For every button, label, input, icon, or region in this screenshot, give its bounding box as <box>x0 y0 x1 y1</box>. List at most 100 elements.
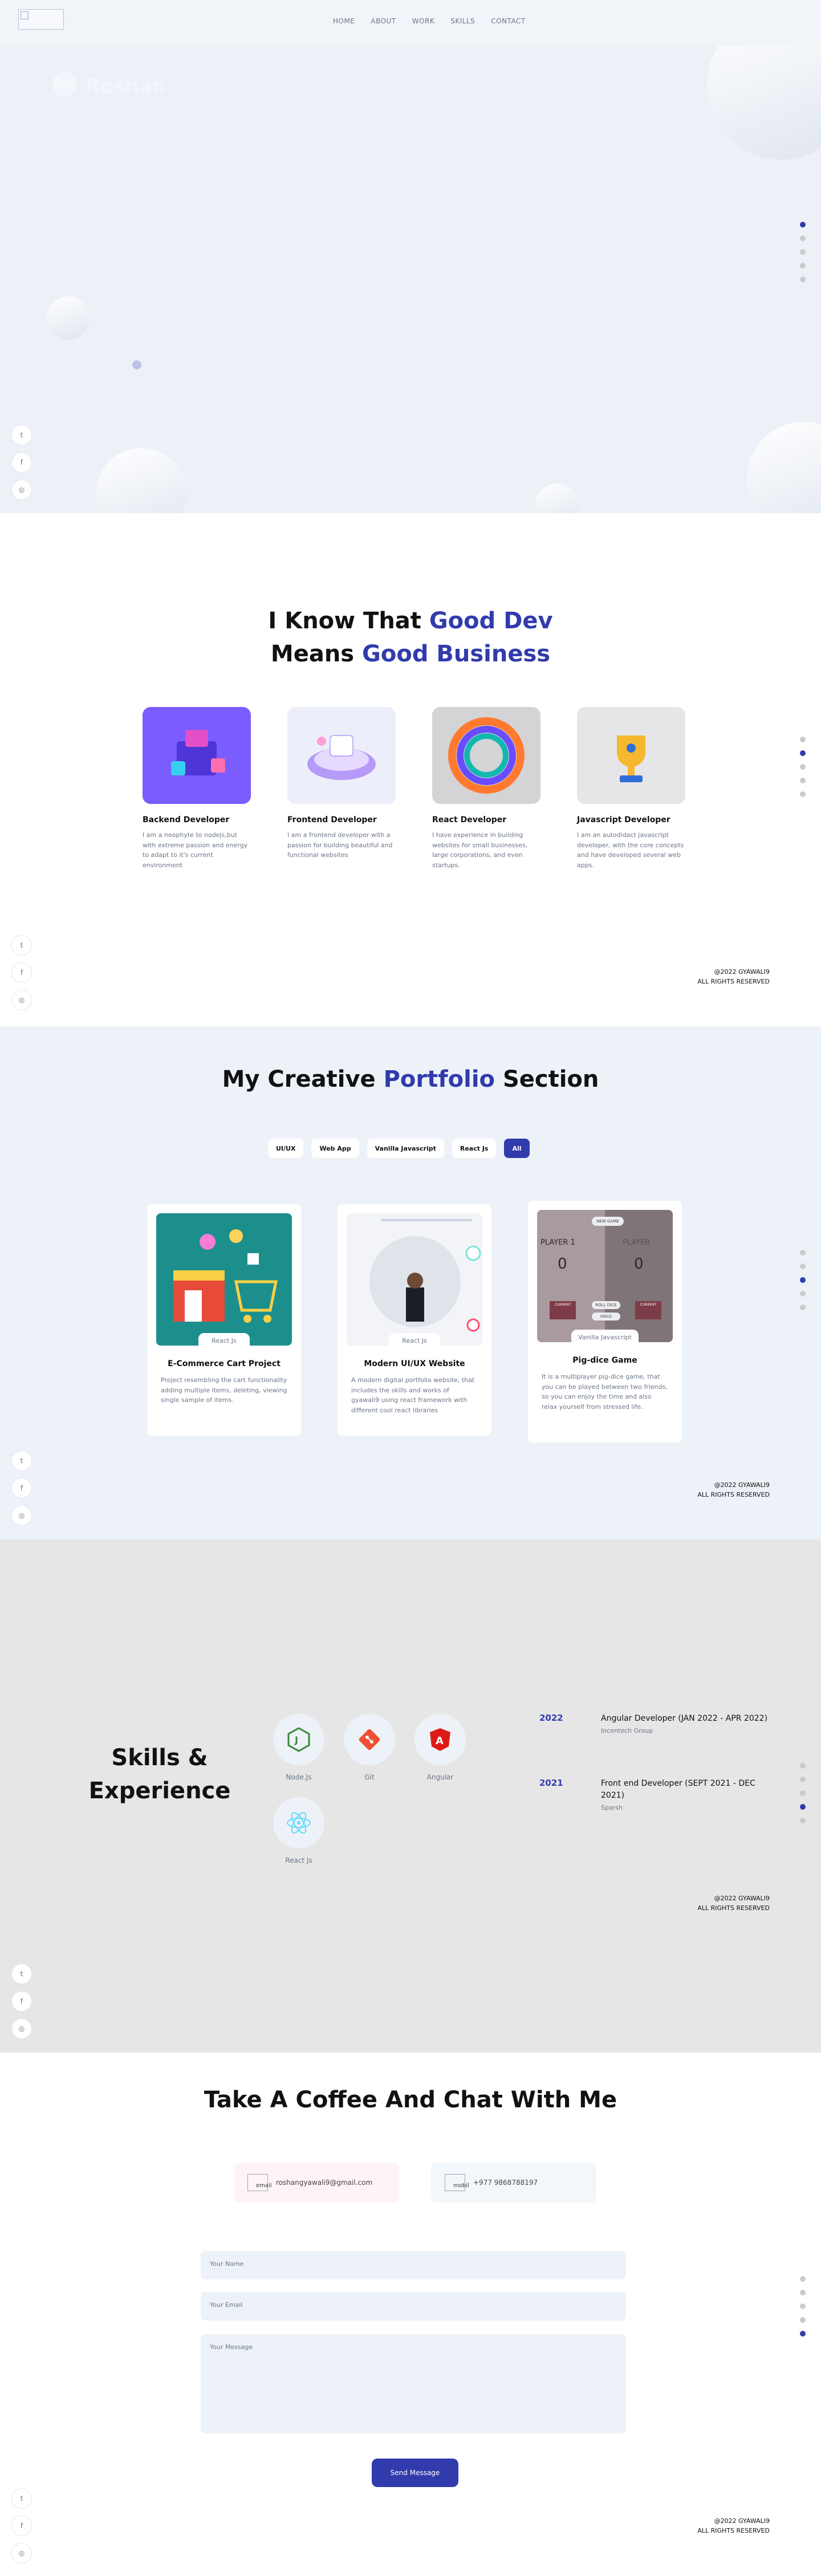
broken-image-icon <box>21 11 29 19</box>
nav-home[interactable]: HOME <box>333 17 355 25</box>
phone-card[interactable]: mobil +977 9868788197 <box>431 2163 596 2203</box>
work-tag: Vanilla Javascript <box>571 1330 639 1342</box>
facebook-icon[interactable]: f <box>11 962 32 983</box>
filter-uiux[interactable]: UI/UX <box>268 1139 304 1158</box>
work-desc: A modern digital portfolio website, that… <box>351 1376 475 1414</box>
name-input[interactable]: Your Name <box>201 2251 626 2280</box>
about-card-title: Backend Developer <box>143 815 230 824</box>
dot-contact[interactable] <box>800 2331 806 2337</box>
nav-work[interactable]: WORK <box>412 17 435 25</box>
skill-circle <box>273 1797 324 1848</box>
twitter-icon[interactable]: t <box>11 1450 32 1471</box>
nav-contact[interactable]: CONTACT <box>491 17 525 25</box>
dot-work[interactable] <box>800 1277 806 1283</box>
message-textarea[interactable]: Your Message <box>201 2334 626 2433</box>
copyright: @2022 GYAWALI9 ALL RIGHTS RESERVED <box>697 968 770 985</box>
work-card[interactable]: PLAYER 1 PLAYER 0 0 NEW GAME ROLL DICE H… <box>528 1201 682 1443</box>
filter-vanilla-js[interactable]: Vanilla Javascript <box>367 1139 444 1158</box>
dot-about[interactable] <box>800 1263 806 1269</box>
logo[interactable] <box>18 9 64 30</box>
twitter-icon[interactable]: t <box>11 1964 32 1984</box>
dot-skills[interactable] <box>800 1291 806 1297</box>
dot-contact[interactable] <box>800 277 806 282</box>
dot-skills[interactable] <box>800 1804 806 1810</box>
ecommerce-thumbnail[interactable]: React Js <box>156 1213 292 1346</box>
decor-circle <box>535 483 578 513</box>
instagram-icon[interactable]: ◎ <box>11 1505 32 1526</box>
copyright: @2022 GYAWALI9 ALL RIGHTS RESERVED <box>697 1481 770 1498</box>
experience-details: Front end Developer (SEPT 2021 - DEC 202… <box>601 1778 772 1811</box>
about-card: React Developer I have experience in bui… <box>432 707 540 870</box>
instagram-icon[interactable]: ◎ <box>11 990 32 1010</box>
email-input[interactable]: Your Email <box>201 2292 626 2321</box>
work-title: Modern UI/UX Website <box>364 1359 465 1368</box>
angular-icon: A <box>430 1728 450 1751</box>
instagram-icon[interactable]: ◎ <box>11 2018 32 2039</box>
nav-skills[interactable]: SKILLS <box>450 17 475 25</box>
dot-home[interactable] <box>800 222 806 227</box>
dot-home[interactable] <box>800 737 806 742</box>
dot-contact[interactable] <box>800 1818 806 1823</box>
work-desc: It is a multiplayer pig-dice game, that … <box>542 1373 668 1411</box>
backend-illustration <box>143 707 251 804</box>
about-card: Javascript Developer I am an autodidact … <box>577 707 685 870</box>
twitter-icon[interactable]: t <box>11 935 32 956</box>
about-card-desc: I am a frontend developer with a passion… <box>287 831 393 859</box>
section-dots <box>800 222 806 282</box>
svg-text:J: J <box>294 1734 298 1745</box>
social-links: t f ◎ <box>11 1964 32 2039</box>
instagram-icon[interactable]: ◎ <box>11 480 32 500</box>
dot-work[interactable] <box>800 2303 806 2309</box>
section-dots <box>800 1250 806 1310</box>
dot-contact[interactable] <box>800 791 806 797</box>
send-message-button[interactable]: Send Message <box>372 2459 458 2487</box>
filter-web-app[interactable]: Web App <box>311 1139 359 1158</box>
player-1-label: PLAYER 1 <box>540 1238 575 1247</box>
dot-about[interactable] <box>800 1777 806 1782</box>
work-card[interactable]: React Js Modern UI/UX Website A modern d… <box>338 1204 491 1436</box>
copyright: @2022 GYAWALI9 ALL RIGHTS RESERVED <box>697 1895 770 1912</box>
about-section: I Know That Good Dev Means Good Business… <box>0 513 821 1026</box>
instagram-icon[interactable]: ◎ <box>11 2543 32 2563</box>
dot-work[interactable] <box>800 249 806 255</box>
filter-react-js[interactable]: React Js <box>452 1139 497 1158</box>
dot-about[interactable] <box>800 2290 806 2295</box>
about-card-title: Javascript Developer <box>577 815 670 824</box>
nav-links: HOME ABOUT WORK SKILLS CONTACT <box>333 17 526 25</box>
pig-dice-thumbnail[interactable]: PLAYER 1 PLAYER 0 0 NEW GAME ROLL DICE H… <box>537 1210 673 1342</box>
dot-contact[interactable] <box>800 1305 806 1310</box>
dot-about[interactable] <box>800 235 806 241</box>
twitter-icon[interactable]: t <box>11 425 32 445</box>
dot-skills[interactable] <box>800 2317 806 2323</box>
email-link[interactable]: roshangyawali9@gmail.com <box>276 2179 372 2187</box>
trophy-illustration <box>577 707 685 804</box>
navbar: HOME ABOUT WORK SKILLS CONTACT <box>0 0 821 46</box>
skill-circle: J <box>273 1714 324 1765</box>
player-2-label: PLAYER <box>623 1238 651 1247</box>
dot-work[interactable] <box>800 764 806 770</box>
phone-link[interactable]: +977 9868788197 <box>473 2179 538 2187</box>
social-links: t f ◎ <box>11 935 32 1010</box>
dot-skills[interactable] <box>800 778 806 783</box>
email-card[interactable]: email roshangyawali9@gmail.com <box>234 2163 399 2203</box>
trophy-icon <box>617 736 645 782</box>
dot-work[interactable] <box>800 1790 806 1796</box>
facebook-icon[interactable]: f <box>11 452 32 473</box>
nav-about[interactable]: ABOUT <box>371 17 396 25</box>
facebook-icon[interactable]: f <box>11 1478 32 1498</box>
facebook-icon[interactable]: f <box>11 1991 32 2012</box>
about-card-title: Frontend Developer <box>287 815 377 824</box>
dot-home[interactable] <box>800 1763 806 1769</box>
decor-circle <box>47 296 90 340</box>
wave-hand-icon <box>52 72 76 97</box>
dot-home[interactable] <box>800 1250 806 1256</box>
work-card[interactable]: React Js E-Commerce Cart Project Project… <box>147 1204 301 1436</box>
twitter-icon[interactable]: t <box>11 2488 32 2509</box>
dot-about[interactable] <box>800 750 806 756</box>
facebook-icon[interactable]: f <box>11 2516 32 2536</box>
dot-skills[interactable] <box>800 263 806 269</box>
filter-all[interactable]: All <box>504 1139 530 1158</box>
portfolio-thumbnail[interactable]: React Js <box>347 1213 482 1346</box>
dot-home[interactable] <box>800 2276 806 2282</box>
decor-circle <box>132 360 141 369</box>
